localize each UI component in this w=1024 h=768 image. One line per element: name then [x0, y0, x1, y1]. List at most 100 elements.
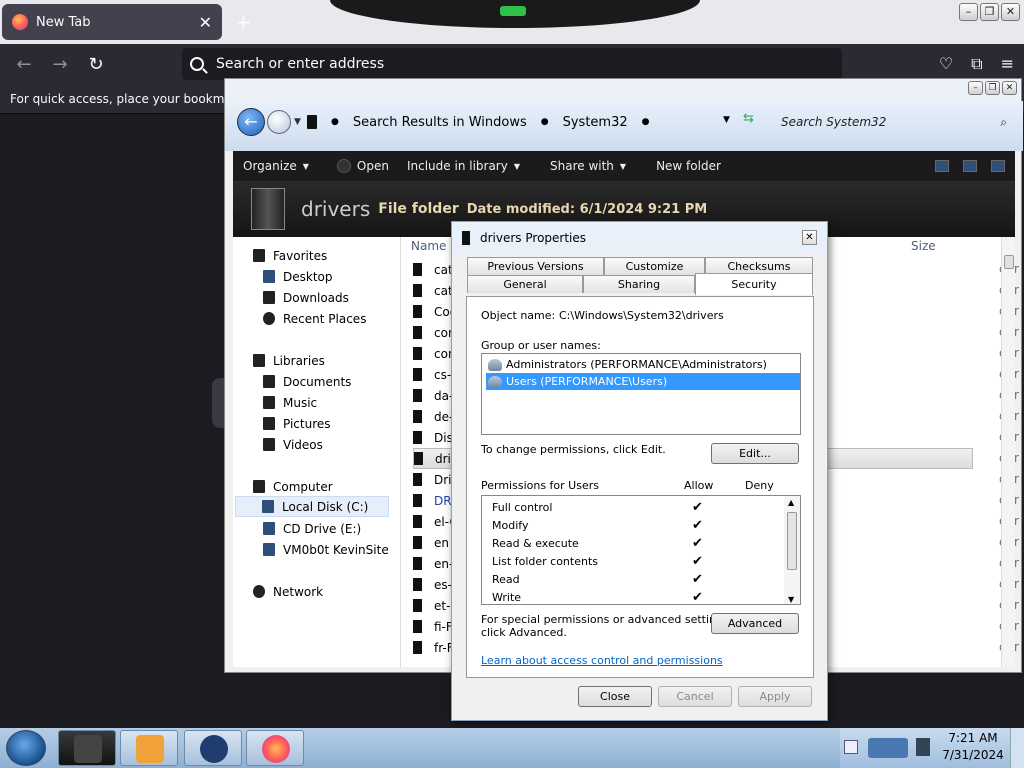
permission-row: Full control ✔	[492, 498, 782, 516]
nav-recent-places[interactable]: Recent Places	[263, 308, 423, 329]
dialog-close-button[interactable]: ✕	[802, 230, 817, 245]
taskbar-firefox[interactable]	[246, 730, 304, 766]
nav-cd-drive[interactable]: CD Drive (E:)	[263, 518, 423, 539]
tab-general[interactable]: General	[467, 275, 583, 293]
media-player-icon	[136, 735, 164, 763]
url-bar[interactable]: Search or enter address	[182, 48, 842, 80]
object-name-value: C:\Windows\System32\drivers	[559, 309, 724, 322]
group-user-list[interactable]: Administrators (PERFORMANCE\Administrato…	[481, 353, 801, 435]
close-button[interactable]: Close	[578, 686, 652, 707]
nav-vm-site[interactable]: VM0b0t KevinSite	[263, 539, 423, 560]
hard-drive-icon	[262, 500, 274, 513]
forward-arrow-icon[interactable]: →	[42, 54, 78, 75]
menu-icon[interactable]: ≡	[1001, 54, 1014, 74]
taskbar-media-player[interactable]	[120, 730, 178, 766]
include-in-library-button[interactable]: Include in library ▼	[407, 159, 520, 173]
edit-button[interactable]: Edit...	[711, 443, 799, 464]
nav-local-disk[interactable]: Local Disk (C:)	[235, 496, 389, 517]
documents-icon	[263, 375, 275, 388]
nav-favorites[interactable]: Favorites	[253, 245, 413, 266]
group-item-administrators[interactable]: Administrators (PERFORMANCE\Administrato…	[486, 356, 800, 373]
nav-libraries[interactable]: Libraries	[253, 350, 413, 371]
browser-tab-new-tab[interactable]: New Tab ✕	[2, 4, 222, 40]
taskbar-explorer[interactable]	[58, 730, 116, 766]
nav-downloads[interactable]: Downloads	[263, 287, 423, 308]
refresh-icon[interactable]: ⇆	[743, 111, 754, 126]
reload-icon[interactable]: ↻	[78, 54, 114, 75]
close-window-button[interactable]: ✕	[1001, 3, 1020, 21]
firefox-favicon-icon	[12, 14, 28, 30]
address-bar[interactable]: ● Search Results in Windows ● System32 ●	[307, 109, 779, 135]
learn-access-control-link[interactable]: Learn about access control and permissio…	[481, 654, 723, 667]
nav-network[interactable]: Network	[253, 581, 413, 602]
show-desktop-button[interactable]	[1010, 728, 1024, 768]
nav-music[interactable]: Music	[263, 392, 423, 413]
new-folder-button[interactable]: New folder	[656, 159, 721, 173]
explorer-maximize-button[interactable]: ❐	[985, 81, 1000, 95]
file-name: Dis	[434, 430, 453, 445]
open-button[interactable]: Open	[336, 159, 389, 173]
nav-pictures[interactable]: Pictures	[263, 413, 423, 434]
apply-button[interactable]: Apply	[738, 686, 812, 707]
explorer-minimize-button[interactable]: –	[968, 81, 983, 95]
tab-close-icon[interactable]: ✕	[199, 13, 212, 32]
file-name: fi-F	[434, 619, 453, 634]
permissions-scrollbar[interactable]: ▲ ▼	[784, 496, 800, 604]
share-with-button[interactable]: Share with ▼	[550, 159, 626, 173]
breadcrumb-search-results[interactable]: Search Results in Windows	[353, 115, 527, 130]
group-item-users[interactable]: Users (PERFORMANCE\Users)	[486, 373, 800, 390]
history-dropdown-icon[interactable]: ▼	[294, 117, 301, 127]
security-tab-panel: Object name: C:\Windows\System32\drivers…	[466, 296, 814, 678]
explorer-close-button[interactable]: ✕	[1002, 81, 1017, 95]
pocket-icon[interactable]: ♡	[939, 54, 953, 74]
nav-computer[interactable]: Computer	[253, 476, 413, 497]
preview-pane-icon[interactable]	[963, 160, 977, 172]
explorer-search-box[interactable]: Search System32 ⌕	[773, 109, 1013, 135]
scroll-down-icon[interactable]: ▼	[788, 595, 794, 604]
search-icon[interactable]: ⌕	[1000, 115, 1007, 130]
column-name[interactable]: Name	[411, 239, 446, 253]
nav-videos[interactable]: Videos	[263, 434, 423, 455]
clock[interactable]: 7:21 AM 7/31/2024	[940, 730, 1006, 764]
back-arrow-icon[interactable]: ←	[6, 54, 42, 75]
cancel-button[interactable]: Cancel	[658, 686, 732, 707]
help-icon[interactable]	[991, 160, 1005, 172]
file-list-scrollbar[interactable]	[1001, 237, 1015, 667]
tab-security[interactable]: Security	[695, 273, 813, 295]
theme-decoration	[330, 0, 700, 28]
organize-button[interactable]: Organize ▼	[243, 159, 309, 173]
column-size[interactable]: Size	[911, 239, 936, 253]
tab-sharing[interactable]: Sharing	[583, 275, 695, 293]
change-view-icon[interactable]	[935, 160, 949, 172]
tray-volume-icon[interactable]	[916, 738, 930, 756]
permission-name: Read & execute	[492, 536, 579, 550]
permission-name: Write	[492, 590, 522, 604]
nav-desktop[interactable]: Desktop	[263, 266, 423, 287]
tab-customize[interactable]: Customize	[604, 257, 705, 275]
advanced-button[interactable]: Advanced	[711, 613, 799, 634]
nav-documents[interactable]: Documents	[263, 371, 423, 392]
tab-previous-versions[interactable]: Previous Versions	[467, 257, 604, 275]
search-placeholder: Search System32	[781, 115, 887, 129]
recent-places-icon	[263, 312, 275, 325]
maximize-button[interactable]: ❐	[980, 3, 999, 21]
new-tab-button[interactable]: +	[235, 10, 252, 34]
explorer-back-button[interactable]: ←	[237, 108, 265, 136]
minimize-button[interactable]: –	[959, 3, 978, 21]
tray-expand-icon[interactable]	[844, 740, 858, 754]
permission-row: Write ✔	[492, 588, 782, 605]
start-button[interactable]	[6, 730, 46, 766]
scroll-up-icon[interactable]: ▲	[788, 498, 794, 507]
permission-row: Read ✔	[492, 570, 782, 588]
address-dropdown-icon[interactable]: ▼	[723, 115, 730, 125]
extensions-icon[interactable]: ⧉	[971, 54, 982, 74]
breadcrumb-system32[interactable]: System32	[563, 115, 628, 130]
permission-row: List folder contents ✔	[492, 552, 782, 570]
folder-icon	[413, 305, 422, 318]
search-icon	[190, 57, 204, 71]
taskbar-globe[interactable]	[184, 730, 242, 766]
navigation-pane: Favorites Desktop Downloads Recent Place…	[233, 237, 401, 667]
folder-icon	[413, 389, 422, 402]
tray-network-icon[interactable]	[868, 738, 908, 758]
explorer-forward-button[interactable]	[267, 110, 291, 134]
